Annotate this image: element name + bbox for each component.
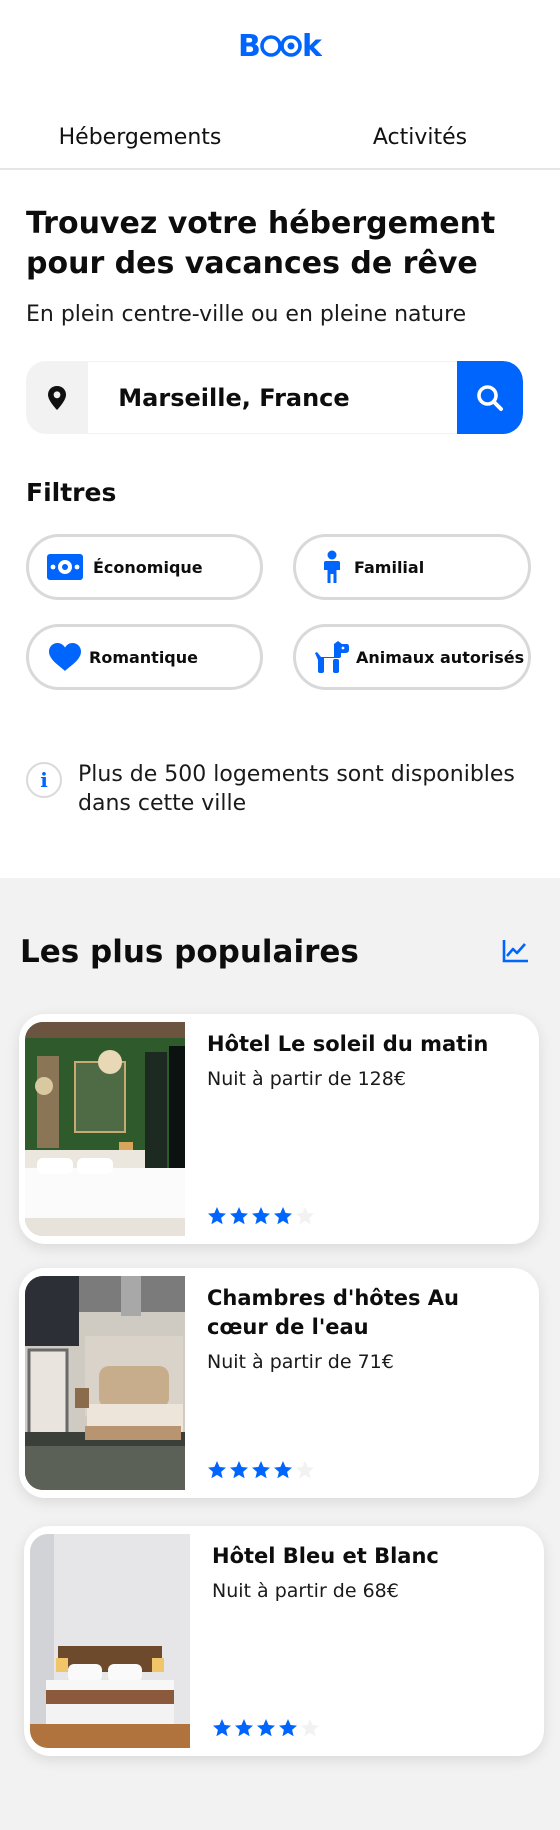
svg-text:ki: ki (302, 29, 322, 62)
hotel-card[interactable]: Hôtel Le soleil du matin Nuit à partir d… (19, 1014, 539, 1244)
filter-economique[interactable]: Économique (26, 534, 263, 600)
popular-section: Les plus populaires Hôtel Le soleil du m… (0, 878, 560, 1830)
main-nav: Hébergements Activités (0, 110, 560, 170)
star-filled-icon (252, 1207, 270, 1225)
star-filled-icon (257, 1719, 275, 1737)
tab-activites[interactable]: Activités (280, 110, 560, 170)
info-icon: i (26, 762, 62, 798)
search-bar (26, 361, 523, 434)
rating-stars (212, 1718, 320, 1738)
dog-icon (312, 637, 352, 677)
filter-animaux[interactable]: Animaux autorisés (293, 624, 531, 690)
availability-text: Plus de 500 logements sont disponibles d… (78, 762, 515, 816)
hotel-price: Nuit à partir de 71€ (207, 1351, 394, 1373)
star-filled-icon (213, 1719, 231, 1737)
hotel-photo (25, 1022, 185, 1236)
hotel-price: Nuit à partir de 128€ (207, 1068, 406, 1090)
hotel-card[interactable]: Chambres d'hôtes Au cœur de l'eau Nuit à… (19, 1268, 539, 1498)
filter-label: Romantique (89, 647, 198, 667)
filter-label: Familial (354, 557, 425, 577)
star-filled-icon (208, 1207, 226, 1225)
star-empty-icon (301, 1719, 319, 1737)
filter-familial[interactable]: Familial (293, 534, 531, 600)
page-subtitle: En plein centre-ville ou en pleine natur… (26, 302, 467, 327)
star-filled-icon (230, 1207, 248, 1225)
chart-line-icon[interactable] (500, 936, 530, 966)
star-empty-icon (296, 1461, 314, 1479)
star-filled-icon (252, 1461, 270, 1479)
availability-info: i Plus de 500 logements sont disponibles… (26, 760, 536, 818)
money-bill-icon (45, 547, 85, 587)
star-filled-icon (230, 1461, 248, 1479)
star-empty-icon (296, 1207, 314, 1225)
location-pin-icon (26, 361, 89, 434)
search-button[interactable] (457, 361, 523, 434)
hotel-photo (25, 1276, 185, 1490)
rating-stars (207, 1460, 315, 1480)
heart-icon (45, 637, 85, 677)
rating-stars (207, 1206, 315, 1226)
hotel-name: Chambres d'hôtes Au cœur de l'eau (207, 1286, 459, 1339)
star-filled-icon (208, 1461, 226, 1479)
tab-hebergements[interactable]: Hébergements (0, 110, 280, 170)
child-icon (312, 547, 352, 587)
star-filled-icon (274, 1461, 292, 1479)
star-filled-icon (235, 1719, 253, 1737)
filter-label: Économique (93, 557, 203, 577)
search-icon (477, 384, 504, 411)
filter-romantique[interactable]: Romantique (26, 624, 263, 690)
search-input[interactable] (88, 361, 458, 434)
hotel-photo (30, 1534, 190, 1748)
page-title: Trouvez votre hébergement pour des vacan… (26, 206, 496, 281)
svg-text:B: B (238, 29, 261, 62)
star-filled-icon (279, 1719, 297, 1737)
filter-label: Animaux autorisés (356, 647, 525, 667)
booki-logo[interactable]: B ki (0, 24, 560, 66)
hotel-name: Hôtel Le soleil du matin (207, 1032, 489, 1056)
star-filled-icon (274, 1207, 292, 1225)
hotel-price: Nuit à partir de 68€ (212, 1580, 399, 1602)
booki-logo-mark: B ki (238, 29, 322, 62)
filters-title: Filtres (26, 478, 117, 507)
section-title: Les plus populaires (20, 934, 359, 970)
hotel-card[interactable]: Hôtel Bleu et Blanc Nuit à partir de 68€ (24, 1526, 544, 1756)
hotel-name: Hôtel Bleu et Blanc (212, 1544, 439, 1568)
